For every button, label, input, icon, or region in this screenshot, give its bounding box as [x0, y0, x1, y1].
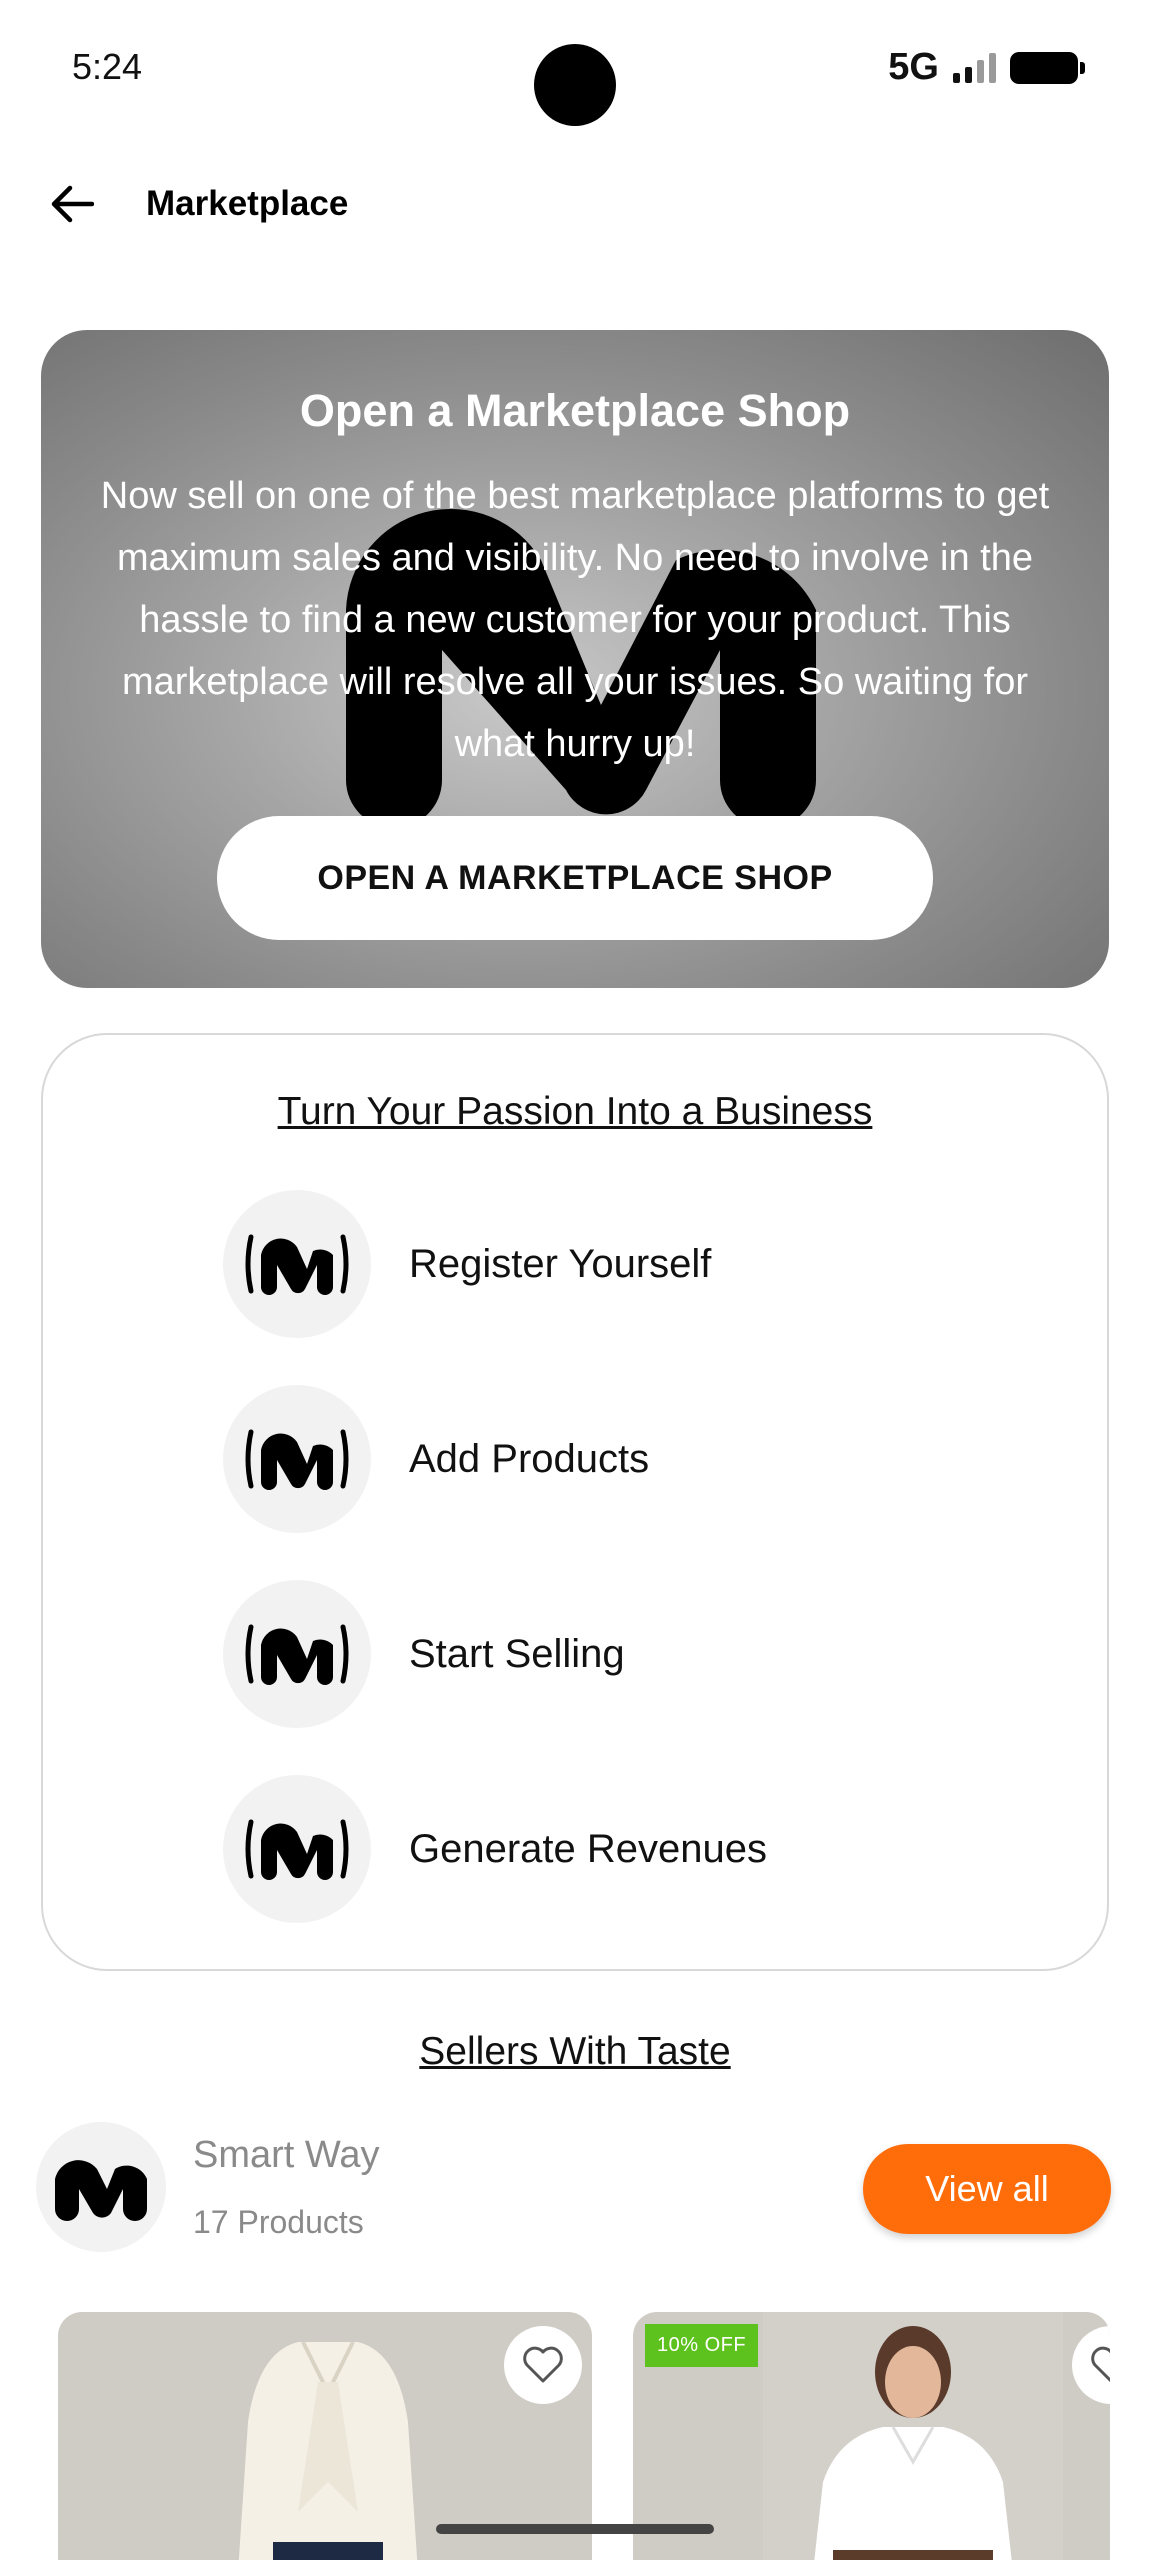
favorite-button[interactable] — [504, 2326, 582, 2404]
step-label: Generate Revenues — [409, 1826, 768, 1871]
product-image — [763, 2312, 1063, 2560]
arrow-left-icon — [51, 185, 94, 223]
marketplace-logo-icon — [223, 1580, 371, 1728]
discount-badge: 10% OFF — [645, 2324, 759, 2367]
favorite-button[interactable] — [1072, 2326, 1110, 2404]
open-shop-button[interactable]: OPEN A MARKETPLACE SHOP — [217, 816, 933, 940]
open-shop-banner: Open a Marketplace Shop Now sell on one … — [41, 330, 1109, 988]
step-label: Register Yourself — [409, 1241, 712, 1286]
battery-icon — [1010, 51, 1085, 84]
home-indicator[interactable] — [436, 2524, 714, 2534]
app-bar: Marketplace — [0, 160, 1150, 250]
banner-description: Now sell on one of the best marketplace … — [100, 475, 1050, 765]
sellers-heading: Sellers With Taste — [419, 2030, 731, 2073]
heart-outline-icon — [1091, 2346, 1110, 2383]
marketplace-logo-icon — [223, 1385, 371, 1533]
seller-row: Smart Way 17 Products View all — [36, 2122, 1114, 2258]
seller-name[interactable]: Smart Way — [193, 2134, 380, 2177]
step-label: Start Selling — [409, 1631, 625, 1676]
product-card[interactable] — [58, 2312, 592, 2560]
heart-outline-icon — [523, 2346, 563, 2383]
signal-icon — [953, 52, 996, 83]
step-label: Add Products — [409, 1436, 650, 1481]
marketplace-logo-icon — [55, 2160, 147, 2221]
step-start-selling: Start Selling — [223, 1580, 923, 1728]
steps-card: Turn Your Passion Into a Business Regist… — [41, 1033, 1109, 1971]
steps-heading: Turn Your Passion Into a Business — [277, 1090, 873, 1133]
seller-product-count: 17 Products — [193, 2204, 364, 2240]
status-bar: 5:24 5G — [0, 0, 1150, 140]
network-type: 5G — [888, 46, 939, 88]
back-button[interactable] — [40, 172, 104, 236]
banner-title: Open a Marketplace Shop — [299, 385, 851, 436]
status-icons: 5G — [888, 46, 1085, 89]
product-card[interactable]: 10% OFF — [633, 2312, 1110, 2560]
status-time: 5:24 — [72, 46, 143, 87]
seller-avatar[interactable] — [36, 2122, 166, 2252]
step-register: Register Yourself — [223, 1190, 923, 1338]
step-generate-revenues: Generate Revenues — [223, 1775, 923, 1923]
marketplace-logo-icon — [223, 1775, 371, 1923]
page-title: Marketplace — [146, 184, 349, 223]
marketplace-logo-icon — [223, 1190, 371, 1338]
product-image — [178, 2312, 478, 2560]
camera-cutout — [534, 44, 616, 126]
step-add-products: Add Products — [223, 1385, 923, 1533]
view-all-button[interactable]: View all — [863, 2144, 1111, 2234]
